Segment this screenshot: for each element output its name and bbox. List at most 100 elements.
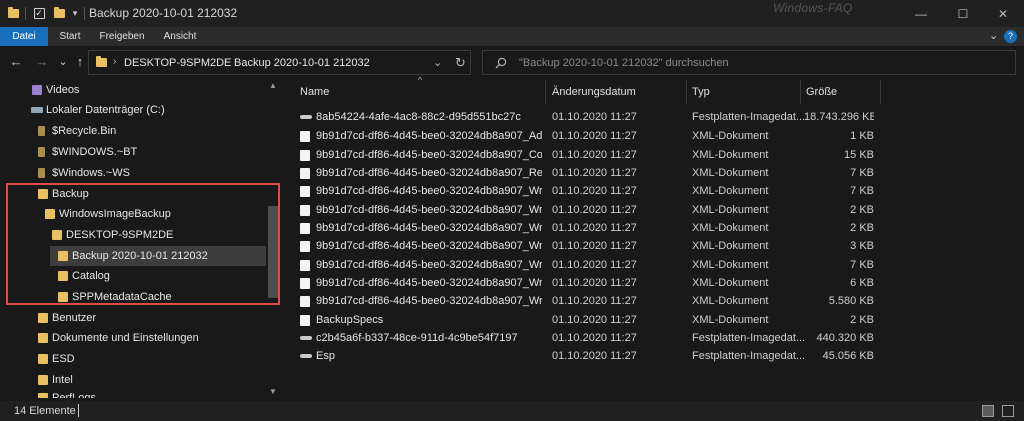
recent-locations-button[interactable]: ⌄ [55,54,71,70]
tree-item-label: $WINDOWS.~BT [52,146,138,158]
folder-icon [38,168,45,178]
file-row[interactable]: 9b91d7cd-df86-4d45-bee0-32024db8a907_Wri… [296,256,882,274]
properties-icon[interactable]: ✓ [32,6,46,20]
file-size: 5.580 KB [828,295,874,307]
minimize-button[interactable]: — [898,0,944,27]
scroll-up-icon[interactable]: ▲ [266,80,280,92]
xml-document-icon [300,241,310,252]
tree-item-intel[interactable]: Intel [36,370,264,390]
xml-document-icon [300,278,310,289]
tree-item-windows-ws[interactable]: $Windows.~WS [36,163,264,183]
file-size: 440.320 KB [816,332,875,344]
highlight-annotation [6,183,280,305]
xml-document-icon [300,186,310,197]
column-divider[interactable] [545,80,546,104]
column-header-type[interactable]: Typ [692,80,710,104]
folder-icon [38,313,48,323]
tree-item-windows-bt[interactable]: $WINDOWS.~BT [36,142,264,162]
file-row[interactable]: 9b91d7cd-df86-4d45-bee0-32024db8a907_Wri… [296,274,882,292]
tree-item-label: Intel [52,374,73,386]
file-type: XML-Dokument [692,130,769,142]
tree-item-dokumente[interactable]: Dokumente und Einstellungen [36,328,264,348]
file-name: 9b91d7cd-df86-4d45-bee0-32024db8a907_Reg… [316,167,542,179]
refresh-icon[interactable]: ↻ [455,55,466,71]
tab-datei[interactable]: Datei [0,27,48,46]
tree-item-perflogs[interactable]: PerfLogs [36,388,264,398]
file-type: XML-Dokument [692,185,769,197]
tree-item-label: $Windows.~WS [52,167,130,179]
tab-freigeben[interactable]: Freigeben [96,27,148,46]
file-date: 01.10.2020 11:27 [552,332,637,344]
file-row[interactable]: 8ab54224-4afe-4ac8-88c2-d95d551bc27c 01.… [296,108,882,126]
file-row[interactable]: 9b91d7cd-df86-4d45-bee0-32024db8a907_Wri… [296,292,882,310]
customize-toolbar-icon[interactable]: ▾ [70,6,80,20]
tree-item-recycle-bin[interactable]: $Recycle.Bin [36,121,264,141]
close-button[interactable]: ✕ [980,0,1024,27]
divider [84,7,85,20]
sort-ascending-icon: ^ [418,75,423,85]
item-count: 14 Elemente [14,405,76,417]
new-folder-icon[interactable] [52,6,66,20]
address-dropdown-icon[interactable]: ⌄ [433,56,442,69]
file-row[interactable]: BackupSpecs 01.10.2020 11:27 XML-Dokumen… [296,311,882,329]
xml-document-icon [300,223,310,234]
file-row[interactable]: 9b91d7cd-df86-4d45-bee0-32024db8a907_Wri… [296,182,882,200]
scroll-down-icon[interactable]: ▼ [266,386,280,398]
breadcrumb-separator[interactable]: › [113,56,116,67]
expand-ribbon-icon[interactable]: ⌄ [989,29,998,42]
tree-item-drive-c[interactable]: Lokaler Datenträger (C:) [30,100,264,120]
breadcrumb-separator[interactable]: › [224,56,227,67]
tree-item-benutzer[interactable]: Benutzer [36,308,264,328]
column-header-date[interactable]: Änderungsdatum [552,80,636,104]
file-date: 01.10.2020 11:27 [552,314,637,326]
tree-item-videos[interactable]: Videos [30,80,264,100]
watermark-text: Windows-FAQ [773,1,853,15]
xml-document-icon [300,296,310,307]
file-row[interactable]: Esp 01.10.2020 11:27 Festplatten-Imageda… [296,347,882,365]
file-row[interactable]: 9b91d7cd-df86-4d45-bee0-32024db8a907_Com… [296,146,882,164]
xml-document-icon [300,150,310,161]
file-row[interactable]: 9b91d7cd-df86-4d45-bee0-32024db8a907_Wri… [296,219,882,237]
title-bar: ✓ ▾ Backup 2020-10-01 212032 Windows-FAQ… [0,0,1024,27]
column-divider[interactable] [686,80,687,104]
address-row: ← → ⌄ ↑ › DESKTOP-9SPM2DE › Backup 2020-… [0,46,1024,78]
forward-button[interactable]: → [34,54,50,70]
file-name: 9b91d7cd-df86-4d45-bee0-32024db8a907_Wri… [316,295,542,307]
file-name: 9b91d7cd-df86-4d45-bee0-32024db8a907_Wri… [316,277,542,289]
tab-ansicht[interactable]: Ansicht [158,27,202,46]
column-header-size[interactable]: Größe [806,80,837,104]
breadcrumb-computer[interactable]: DESKTOP-9SPM2DE [124,57,231,69]
details-view-icon[interactable] [982,405,994,417]
address-bar[interactable]: › DESKTOP-9SPM2DE › Backup 2020-10-01 21… [88,50,471,75]
tab-start[interactable]: Start [52,27,88,46]
file-size: 3 KB [850,240,874,252]
file-type: XML-Dokument [692,222,769,234]
file-name: 9b91d7cd-df86-4d45-bee0-32024db8a907_Com… [316,149,542,161]
search-input[interactable]: "Backup 2020-10-01 212032" durchsuchen [482,50,1016,75]
file-name: 9b91d7cd-df86-4d45-bee0-32024db8a907_Wri… [316,240,542,252]
file-size: 18.743.296 KB [804,111,874,123]
file-date: 01.10.2020 11:27 [552,240,637,252]
file-type: Festplatten-Imagedat... [692,111,804,123]
file-size: 15 KB [844,149,874,161]
up-button[interactable]: ↑ [72,54,88,70]
file-date: 01.10.2020 11:27 [552,204,637,216]
file-name: 9b91d7cd-df86-4d45-bee0-32024db8a907_Wri… [316,259,542,271]
column-divider[interactable] [800,80,801,104]
column-header-name[interactable]: Name [300,80,329,104]
help-icon[interactable]: ? [1004,30,1017,43]
back-button[interactable]: ← [8,54,24,70]
breadcrumb-current[interactable]: Backup 2020-10-01 212032 [234,57,370,69]
file-row[interactable]: c2b45a6f-b337-48ce-911d-4c9be54f7197 01.… [296,329,882,347]
file-row[interactable]: 9b91d7cd-df86-4d45-bee0-32024db8a907_Add… [296,127,882,145]
file-type: Festplatten-Imagedat... [692,332,804,344]
file-row[interactable]: 9b91d7cd-df86-4d45-bee0-32024db8a907_Wri… [296,201,882,219]
file-row[interactable]: 9b91d7cd-df86-4d45-bee0-32024db8a907_Wri… [296,237,882,255]
xml-document-icon [300,131,310,142]
file-row[interactable]: 9b91d7cd-df86-4d45-bee0-32024db8a907_Reg… [296,164,882,182]
tree-item-esd[interactable]: ESD [36,349,264,369]
column-divider[interactable] [880,80,881,104]
file-name: 9b91d7cd-df86-4d45-bee0-32024db8a907_Wri… [316,204,542,216]
folder-icon [38,354,48,364]
large-icons-view-icon[interactable] [1002,405,1014,417]
